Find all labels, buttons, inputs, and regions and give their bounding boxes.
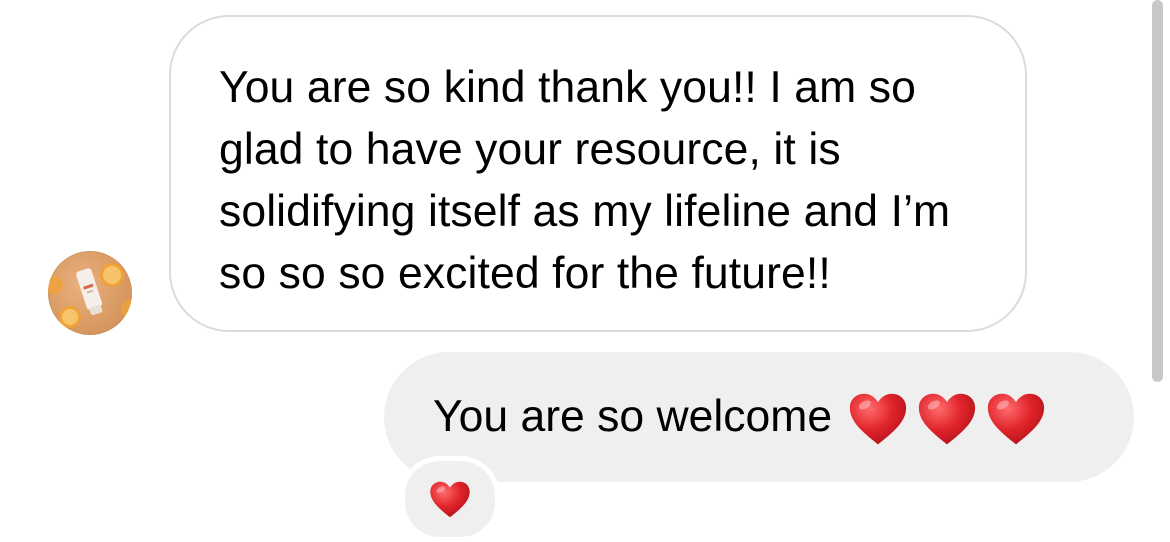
heart-icon bbox=[430, 481, 470, 517]
avatar-image bbox=[48, 263, 132, 328]
message-reaction[interactable] bbox=[400, 456, 500, 542]
vertical-scrollbar[interactable] bbox=[1152, 0, 1163, 382]
message-thread: You are so kind thank you!! I am so glad… bbox=[0, 0, 1170, 542]
heart-icon bbox=[918, 393, 976, 445]
sender-avatar[interactable] bbox=[48, 251, 132, 335]
outgoing-message-text: You are so welcome bbox=[433, 386, 1046, 448]
incoming-message-bubble[interactable]: You are so kind thank you!! I am so glad… bbox=[169, 15, 1027, 332]
emoji-group bbox=[848, 391, 1046, 447]
heart-icon bbox=[987, 393, 1045, 445]
outgoing-message-bubble[interactable]: You are so welcome bbox=[384, 352, 1134, 482]
outgoing-message-label: You are so welcome bbox=[433, 392, 833, 441]
heart-icon bbox=[849, 393, 907, 445]
incoming-message-text: You are so kind thank you!! I am so glad… bbox=[219, 63, 951, 298]
